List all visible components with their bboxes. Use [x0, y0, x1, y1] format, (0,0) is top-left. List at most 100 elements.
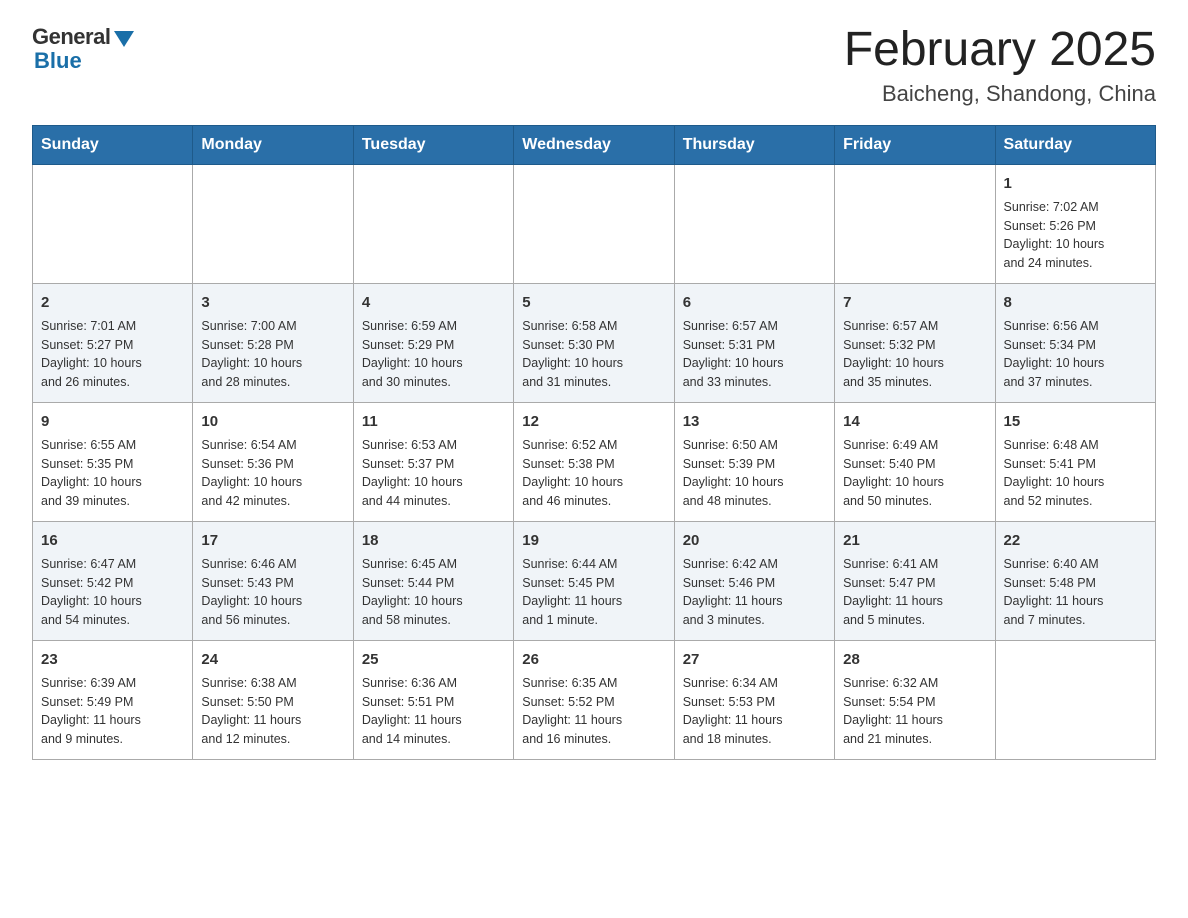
day-number: 3 [201, 292, 344, 313]
calendar-day-cell: 3Sunrise: 7:00 AM Sunset: 5:28 PM Daylig… [193, 283, 353, 402]
day-info: Sunrise: 6:49 AM Sunset: 5:40 PM Dayligh… [843, 436, 986, 511]
logo: General Blue [32, 24, 134, 74]
day-number: 26 [522, 649, 665, 670]
day-of-week-header: Saturday [995, 125, 1155, 164]
day-number: 2 [41, 292, 184, 313]
day-number: 28 [843, 649, 986, 670]
page-header: General Blue February 2025 Baicheng, Sha… [32, 24, 1156, 107]
day-number: 25 [362, 649, 505, 670]
calendar-day-cell: 14 Sunrise: 6:49 AM Sunset: 5:40 PM Dayli… [835, 402, 995, 521]
day-number: 14 [843, 411, 986, 432]
day-info: Sunrise: 6:53 AM Sunset: 5:37 PM Dayligh… [362, 436, 505, 511]
calendar-day-cell: 11 Sunrise: 6:53 AM Sunset: 5:37 PM Dayli… [353, 402, 513, 521]
day-info: Sunrise: 6:40 AM Sunset: 5:48 PM Dayligh… [1004, 555, 1147, 630]
calendar-day-cell: 26 Sunrise: 6:35 AM Sunset: 5:52 PM Dayli… [514, 640, 674, 759]
day-info: Sunrise: 6:52 AM Sunset: 5:38 PM Dayligh… [522, 436, 665, 511]
calendar-day-cell: 10Sunrise: 6:54 AM Sunset: 5:36 PM Dayli… [193, 402, 353, 521]
calendar-week-row: 16 Sunrise: 6:47 AM Sunset: 5:42 PM Dayli… [33, 521, 1156, 640]
day-info: Sunrise: 7:01 AM Sunset: 5:27 PM Dayligh… [41, 317, 184, 392]
calendar-day-cell: 7 Sunrise: 6:57 AM Sunset: 5:32 PM Daylig… [835, 283, 995, 402]
day-number: 4 [362, 292, 505, 313]
calendar-day-cell: 15Sunrise: 6:48 AM Sunset: 5:41 PM Dayli… [995, 402, 1155, 521]
calendar-day-cell: 21Sunrise: 6:41 AM Sunset: 5:47 PM Dayli… [835, 521, 995, 640]
month-title: February 2025 [844, 24, 1156, 77]
day-number: 15 [1004, 411, 1147, 432]
day-info: Sunrise: 6:50 AM Sunset: 5:39 PM Dayligh… [683, 436, 826, 511]
day-of-week-header: Thursday [674, 125, 834, 164]
day-of-week-header: Monday [193, 125, 353, 164]
day-info: Sunrise: 6:32 AM Sunset: 5:54 PM Dayligh… [843, 674, 986, 749]
day-info: Sunrise: 6:45 AM Sunset: 5:44 PM Dayligh… [362, 555, 505, 630]
day-info: Sunrise: 6:57 AM Sunset: 5:32 PM Dayligh… [843, 317, 986, 392]
title-block: February 2025 Baicheng, Shandong, China [844, 24, 1156, 107]
day-number: 7 [843, 292, 986, 313]
day-info: Sunrise: 6:34 AM Sunset: 5:53 PM Dayligh… [683, 674, 826, 749]
calendar-day-cell: 1Sunrise: 7:02 AM Sunset: 5:26 PM Daylig… [995, 164, 1155, 283]
calendar-day-cell: 8 Sunrise: 6:56 AM Sunset: 5:34 PM Daylig… [995, 283, 1155, 402]
day-number: 20 [683, 530, 826, 551]
calendar-day-cell [193, 164, 353, 283]
day-number: 6 [683, 292, 826, 313]
logo-blue-text: Blue [34, 48, 82, 74]
day-of-week-header: Friday [835, 125, 995, 164]
day-number: 19 [522, 530, 665, 551]
calendar-day-cell: 19Sunrise: 6:44 AM Sunset: 5:45 PM Dayli… [514, 521, 674, 640]
calendar-header-row: SundayMondayTuesdayWednesdayThursdayFrid… [33, 125, 1156, 164]
calendar-day-cell: 24 Sunrise: 6:38 AM Sunset: 5:50 PM Dayli… [193, 640, 353, 759]
day-info: Sunrise: 6:35 AM Sunset: 5:52 PM Dayligh… [522, 674, 665, 749]
day-number: 22 [1004, 530, 1147, 551]
calendar-day-cell: 25 Sunrise: 6:36 AM Sunset: 5:51 PM Dayli… [353, 640, 513, 759]
day-info: Sunrise: 6:38 AM Sunset: 5:50 PM Dayligh… [201, 674, 344, 749]
calendar-day-cell: 5 Sunrise: 6:58 AM Sunset: 5:30 PM Daylig… [514, 283, 674, 402]
day-info: Sunrise: 6:46 AM Sunset: 5:43 PM Dayligh… [201, 555, 344, 630]
day-info: Sunrise: 7:02 AM Sunset: 5:26 PM Dayligh… [1004, 198, 1147, 273]
day-number: 13 [683, 411, 826, 432]
calendar-day-cell: 16 Sunrise: 6:47 AM Sunset: 5:42 PM Dayli… [33, 521, 193, 640]
day-number: 9 [41, 411, 184, 432]
day-info: Sunrise: 6:42 AM Sunset: 5:46 PM Dayligh… [683, 555, 826, 630]
calendar-day-cell [995, 640, 1155, 759]
calendar-day-cell: 17Sunrise: 6:46 AM Sunset: 5:43 PM Dayli… [193, 521, 353, 640]
day-of-week-header: Sunday [33, 125, 193, 164]
location-title: Baicheng, Shandong, China [844, 81, 1156, 107]
day-number: 23 [41, 649, 184, 670]
calendar-day-cell [514, 164, 674, 283]
calendar-day-cell: 12 Sunrise: 6:52 AM Sunset: 5:38 PM Dayli… [514, 402, 674, 521]
calendar-week-row: 23Sunrise: 6:39 AM Sunset: 5:49 PM Dayli… [33, 640, 1156, 759]
logo-arrow-icon [114, 31, 134, 47]
day-info: Sunrise: 6:36 AM Sunset: 5:51 PM Dayligh… [362, 674, 505, 749]
day-number: 27 [683, 649, 826, 670]
calendar-week-row: 1Sunrise: 7:02 AM Sunset: 5:26 PM Daylig… [33, 164, 1156, 283]
day-info: Sunrise: 6:58 AM Sunset: 5:30 PM Dayligh… [522, 317, 665, 392]
calendar-day-cell [353, 164, 513, 283]
day-of-week-header: Wednesday [514, 125, 674, 164]
calendar-day-cell: 13 Sunrise: 6:50 AM Sunset: 5:39 PM Dayli… [674, 402, 834, 521]
calendar-day-cell: 2 Sunrise: 7:01 AM Sunset: 5:27 PM Daylig… [33, 283, 193, 402]
calendar-week-row: 2 Sunrise: 7:01 AM Sunset: 5:27 PM Daylig… [33, 283, 1156, 402]
day-info: Sunrise: 6:57 AM Sunset: 5:31 PM Dayligh… [683, 317, 826, 392]
calendar-day-cell: 6 Sunrise: 6:57 AM Sunset: 5:31 PM Daylig… [674, 283, 834, 402]
calendar-day-cell: 23Sunrise: 6:39 AM Sunset: 5:49 PM Dayli… [33, 640, 193, 759]
calendar-day-cell: 4Sunrise: 6:59 AM Sunset: 5:29 PM Daylig… [353, 283, 513, 402]
day-number: 24 [201, 649, 344, 670]
calendar-day-cell: 18 Sunrise: 6:45 AM Sunset: 5:44 PM Dayli… [353, 521, 513, 640]
day-of-week-header: Tuesday [353, 125, 513, 164]
calendar-day-cell: 22 Sunrise: 6:40 AM Sunset: 5:48 PM Dayli… [995, 521, 1155, 640]
calendar-week-row: 9 Sunrise: 6:55 AM Sunset: 5:35 PM Daylig… [33, 402, 1156, 521]
day-info: Sunrise: 6:54 AM Sunset: 5:36 PM Dayligh… [201, 436, 344, 511]
logo-general-text: General [32, 24, 110, 50]
day-number: 16 [41, 530, 184, 551]
day-number: 5 [522, 292, 665, 313]
day-number: 12 [522, 411, 665, 432]
day-number: 18 [362, 530, 505, 551]
calendar-day-cell: 20 Sunrise: 6:42 AM Sunset: 5:46 PM Dayli… [674, 521, 834, 640]
calendar-day-cell: 9 Sunrise: 6:55 AM Sunset: 5:35 PM Daylig… [33, 402, 193, 521]
day-info: Sunrise: 6:47 AM Sunset: 5:42 PM Dayligh… [41, 555, 184, 630]
calendar-day-cell [835, 164, 995, 283]
day-info: Sunrise: 6:56 AM Sunset: 5:34 PM Dayligh… [1004, 317, 1147, 392]
calendar-day-cell: 28 Sunrise: 6:32 AM Sunset: 5:54 PM Dayli… [835, 640, 995, 759]
day-info: Sunrise: 6:55 AM Sunset: 5:35 PM Dayligh… [41, 436, 184, 511]
day-number: 8 [1004, 292, 1147, 313]
day-number: 11 [362, 411, 505, 432]
calendar-day-cell: 27 Sunrise: 6:34 AM Sunset: 5:53 PM Dayli… [674, 640, 834, 759]
